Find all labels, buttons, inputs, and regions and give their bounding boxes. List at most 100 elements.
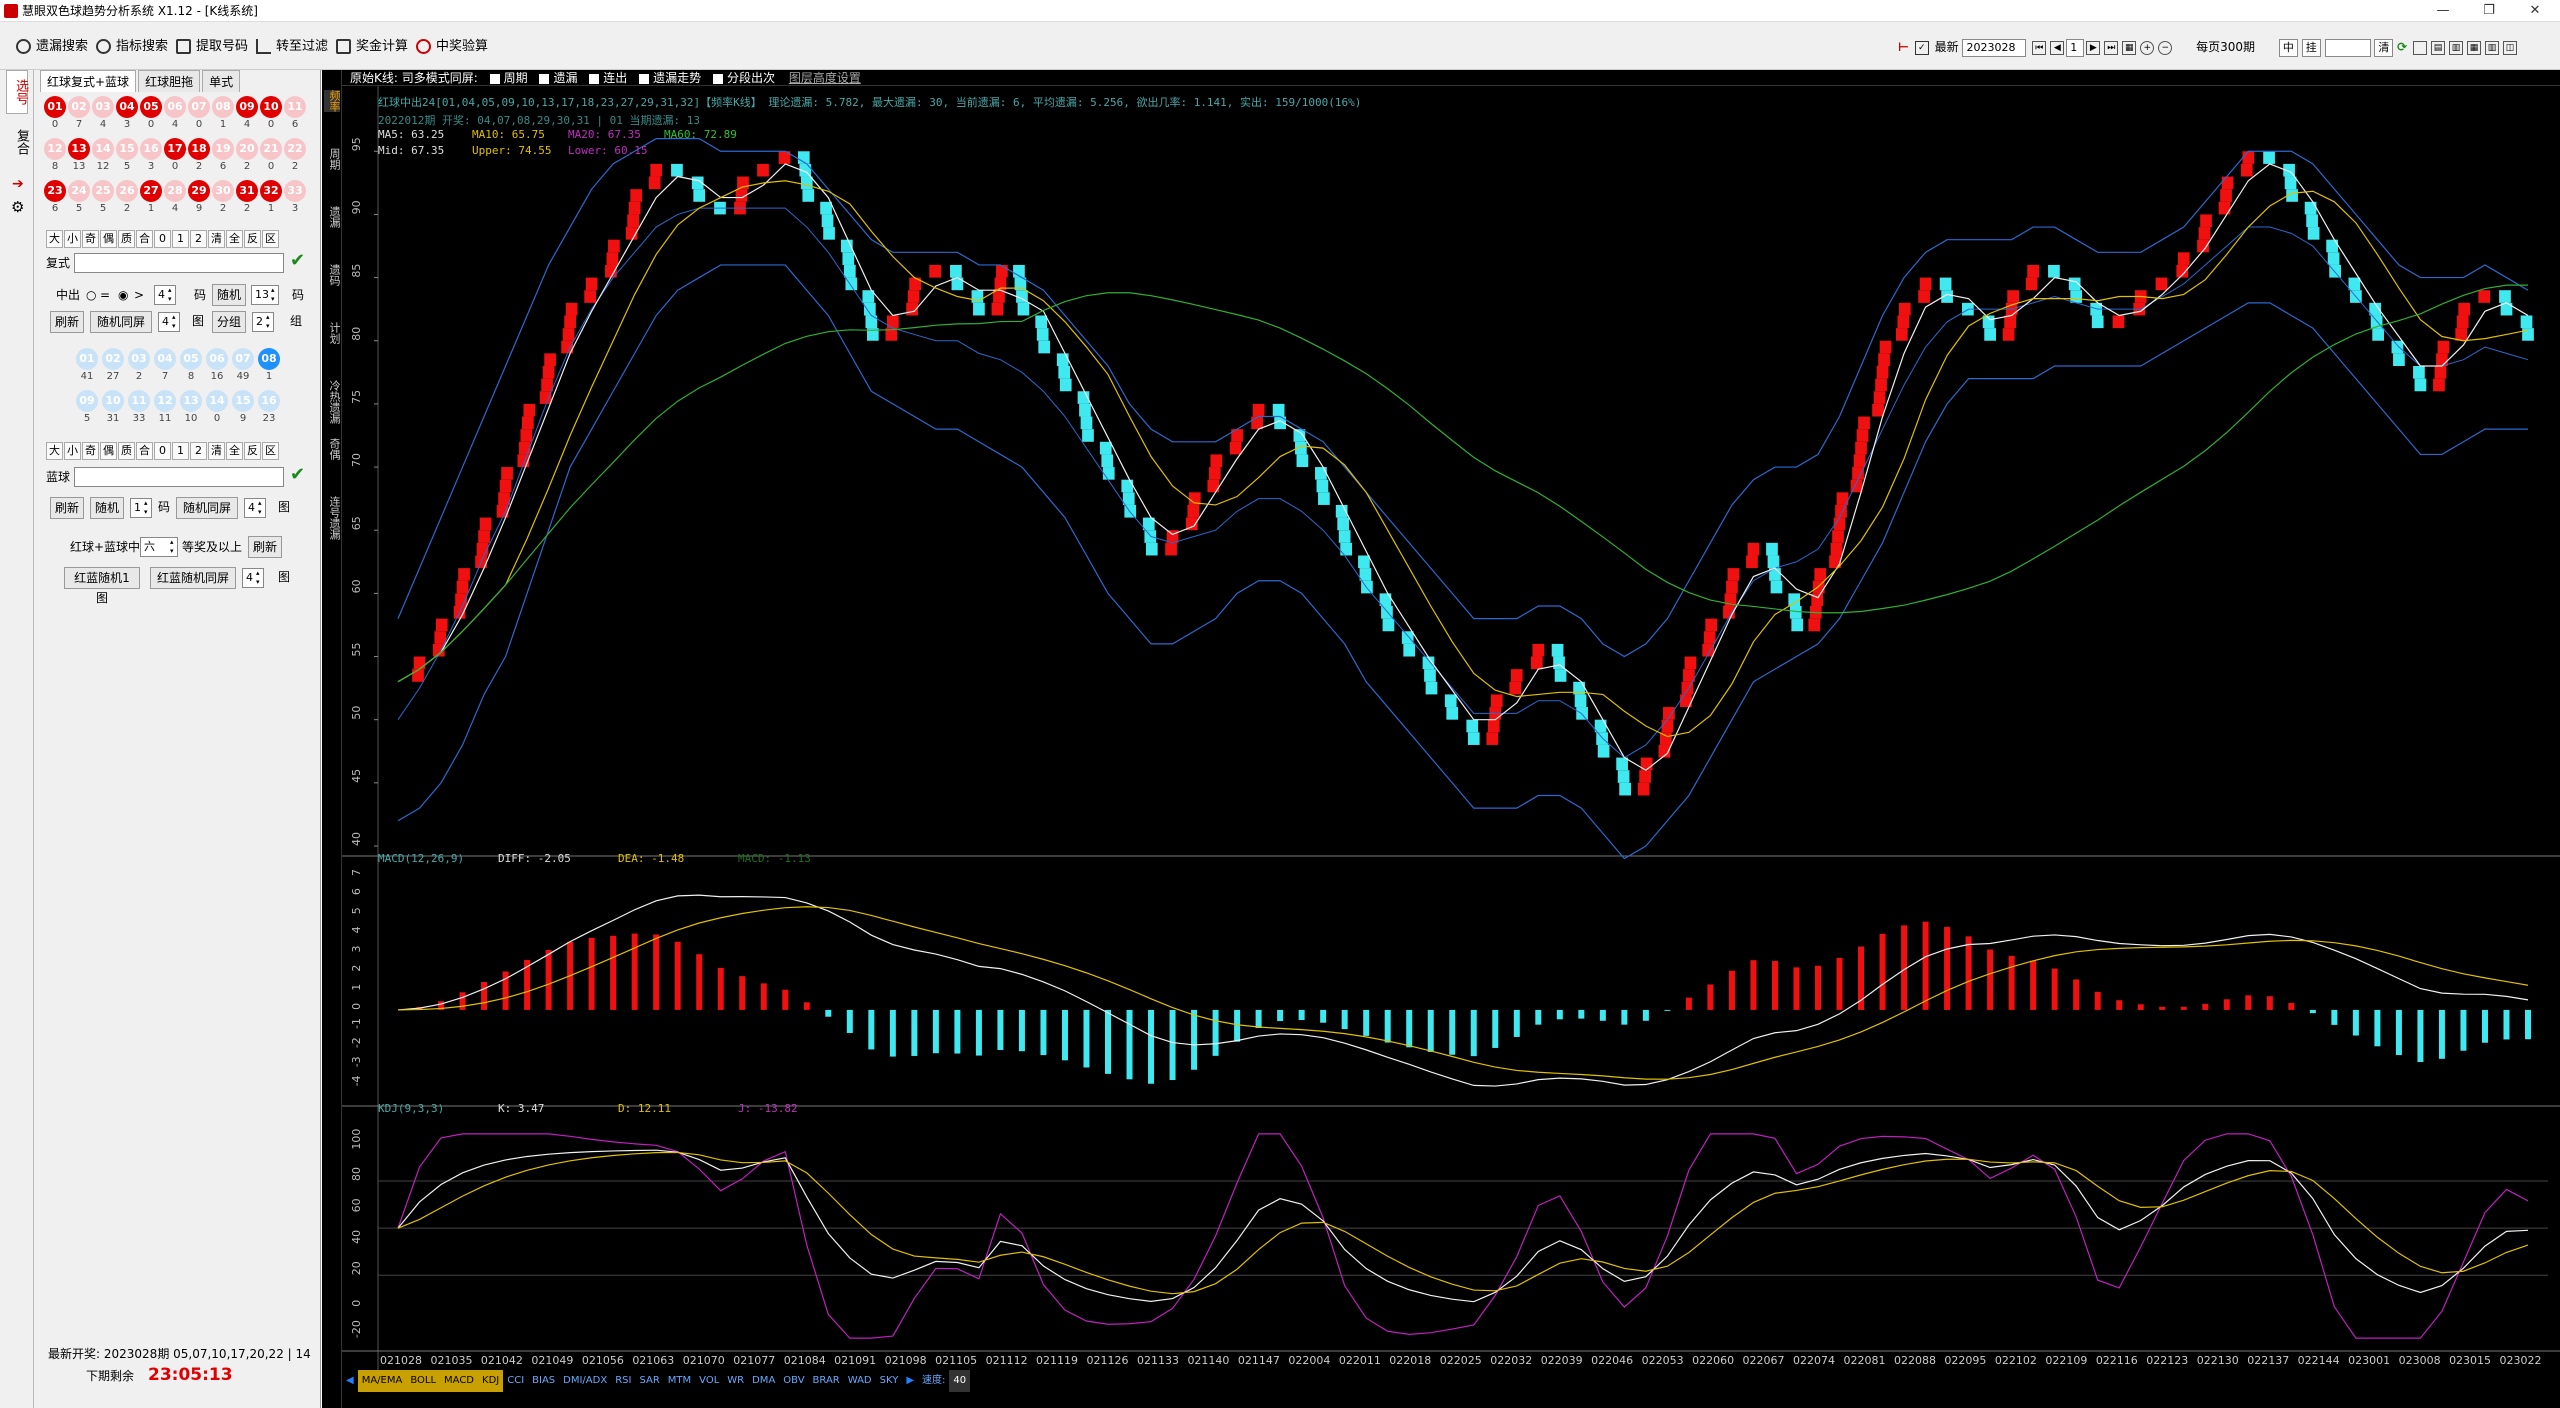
speed-value[interactable]: 40 bbox=[949, 1370, 971, 1392]
blue-random-spinner[interactable]: 1 bbox=[130, 498, 152, 518]
red-blue-random-same-button[interactable]: 红蓝随机同屏 bbox=[150, 567, 236, 589]
red-tu-spinner[interactable]: 4 bbox=[158, 312, 180, 332]
gear-icon[interactable]: ⚙ bbox=[11, 198, 24, 216]
red-quick-btn[interactable]: 质 bbox=[118, 230, 135, 248]
blue-ball[interactable]: 16 bbox=[258, 390, 280, 412]
red-ball[interactable]: 02 bbox=[68, 96, 90, 118]
blue-confirm-check-icon[interactable]: ✔ bbox=[290, 464, 305, 485]
extract-numbers-button[interactable]: 提取号码 bbox=[174, 36, 248, 58]
red-quick-btn[interactable]: 反 bbox=[244, 230, 261, 248]
clear-button[interactable]: 清 bbox=[2374, 38, 2394, 57]
side-tab[interactable]: 频率 bbox=[324, 90, 341, 112]
red-ball[interactable]: 18 bbox=[188, 138, 210, 160]
chart-svg[interactable]: 404550556065707580859095-4-3-2-101234567… bbox=[342, 86, 2560, 1370]
zhong-button[interactable]: 中 bbox=[2278, 38, 2298, 57]
indicator-tab[interactable]: KDJ bbox=[478, 1370, 504, 1392]
indicator-tab[interactable]: DMA bbox=[748, 1370, 779, 1392]
page-number-input[interactable]: 1 bbox=[2066, 38, 2085, 57]
red-ball[interactable]: 12 bbox=[44, 138, 66, 160]
red-ball[interactable]: 21 bbox=[260, 138, 282, 160]
period-select[interactable]: 2023028 bbox=[1962, 38, 2027, 57]
opt-checkbox-4[interactable] bbox=[639, 73, 650, 84]
blue-ball[interactable]: 12 bbox=[154, 390, 176, 412]
opt-checkbox-1[interactable] bbox=[489, 73, 500, 84]
next-page-icon[interactable]: ▶ bbox=[2086, 40, 2101, 55]
blue-quick-btn[interactable]: 大 bbox=[46, 442, 63, 460]
blue-ball[interactable]: 05 bbox=[180, 348, 202, 370]
opt-checkbox-5[interactable] bbox=[712, 73, 723, 84]
refresh-icon[interactable]: ⟳ bbox=[2397, 40, 2407, 54]
indicator-tab[interactable]: MTM bbox=[664, 1370, 695, 1392]
red-ball[interactable]: 10 bbox=[260, 96, 282, 118]
red-ball[interactable]: 17 bbox=[164, 138, 186, 160]
red-ball[interactable]: 04 bbox=[116, 96, 138, 118]
blue-ball[interactable]: 11 bbox=[128, 390, 150, 412]
latest-checkbox[interactable]: ✓ bbox=[1914, 40, 1929, 55]
blue-quick-btn[interactable]: 反 bbox=[244, 442, 261, 460]
indicator-tab[interactable]: CCI bbox=[503, 1370, 528, 1392]
indicator-tab[interactable]: MA/EMA bbox=[357, 1370, 407, 1392]
indicator-tab[interactable]: SAR bbox=[635, 1370, 663, 1392]
prev-marker-icon[interactable]: ⊢ bbox=[1898, 40, 1909, 54]
blue-ball[interactable]: 13 bbox=[180, 390, 202, 412]
blue-quick-btn[interactable]: 合 bbox=[136, 442, 153, 460]
play-icon[interactable]: ▶ bbox=[902, 1370, 918, 1392]
blue-quick-btn[interactable]: 全 bbox=[226, 442, 243, 460]
red-ball[interactable]: 03 bbox=[92, 96, 114, 118]
tab-red-dantuo[interactable]: 红球胆拖 bbox=[138, 70, 201, 92]
eq-radio[interactable]: ○ bbox=[86, 286, 96, 304]
layout-3-icon[interactable]: ▥ bbox=[2449, 40, 2464, 55]
side-tab[interactable]: 奇偶 bbox=[324, 438, 341, 460]
blue-ball[interactable]: 07 bbox=[232, 348, 254, 370]
chart-settings-icon[interactable]: ▦ bbox=[2122, 40, 2137, 55]
red-ball[interactable]: 20 bbox=[236, 138, 258, 160]
tab-composite[interactable]: 复合 bbox=[6, 120, 29, 164]
blue-quick-btn[interactable]: 偶 bbox=[100, 442, 117, 460]
red-quick-btn[interactable]: 1 bbox=[172, 230, 189, 248]
red-ball[interactable]: 22 bbox=[284, 138, 306, 160]
blue-random-same-screen-button[interactable]: 随机同屏 bbox=[176, 497, 238, 519]
red-quick-btn[interactable]: 合 bbox=[136, 230, 153, 248]
red-ball[interactable]: 31 bbox=[236, 180, 258, 202]
red-ball[interactable]: 01 bbox=[44, 96, 66, 118]
opt-checkbox-3[interactable] bbox=[589, 73, 600, 84]
layout-4-icon[interactable]: ▦ bbox=[2467, 40, 2482, 55]
confirm-check-icon[interactable]: ✔ bbox=[290, 250, 305, 271]
indicator-tab[interactable]: BRAR bbox=[809, 1370, 844, 1392]
red-quick-btn[interactable]: 奇 bbox=[82, 230, 99, 248]
red-ball[interactable]: 30 bbox=[212, 180, 234, 202]
filter-input[interactable] bbox=[2324, 38, 2371, 57]
red-ball[interactable]: 23 bbox=[44, 180, 66, 202]
red-blue-random-1-button[interactable]: 红蓝随机1图 bbox=[64, 567, 140, 605]
arrow-icon[interactable]: ➔ bbox=[12, 176, 24, 192]
blue-tu-spinner[interactable]: 4 bbox=[244, 498, 266, 518]
prize-level-select[interactable]: 六 bbox=[140, 537, 178, 557]
random-same-screen-button[interactable]: 随机同屏 bbox=[90, 311, 152, 333]
indicator-tab[interactable]: RSI bbox=[611, 1370, 635, 1392]
side-tab[interactable]: 计划 bbox=[324, 322, 341, 344]
red-quick-btn[interactable]: 区 bbox=[262, 230, 279, 248]
red-ball[interactable]: 29 bbox=[188, 180, 210, 202]
blue-quick-btn[interactable]: 0 bbox=[154, 442, 171, 460]
win-verify-button[interactable]: 中奖验算 bbox=[414, 36, 488, 58]
red-quick-btn[interactable]: 清 bbox=[208, 230, 225, 248]
zoom-out-icon[interactable]: − bbox=[2158, 40, 2173, 55]
blue-random-button[interactable]: 随机 bbox=[90, 497, 124, 519]
red-quick-btn[interactable]: 小 bbox=[64, 230, 81, 248]
close-button[interactable]: ✕ bbox=[2512, 0, 2558, 22]
indicator-tab[interactable]: MACD bbox=[440, 1370, 479, 1392]
red-blue-tu-spinner[interactable]: 4 bbox=[242, 568, 264, 588]
red-ball[interactable]: 33 bbox=[284, 180, 306, 202]
tab-single[interactable]: 单式 bbox=[202, 70, 241, 92]
hit-count-spinner[interactable]: 4 bbox=[154, 285, 176, 305]
red-complex-input[interactable] bbox=[74, 253, 284, 273]
blue-ball[interactable]: 08 bbox=[258, 348, 280, 370]
blue-quick-btn[interactable]: 奇 bbox=[82, 442, 99, 460]
blue-quick-btn[interactable]: 小 bbox=[64, 442, 81, 460]
blue-refresh-button[interactable]: 刷新 bbox=[50, 497, 84, 519]
red-ball[interactable]: 32 bbox=[260, 180, 282, 202]
red-ball[interactable]: 14 bbox=[92, 138, 114, 160]
missing-search-button[interactable]: 遗漏搜索 bbox=[14, 36, 88, 58]
red-ball[interactable]: 08 bbox=[212, 96, 234, 118]
side-tab[interactable]: 冷热遗漏 bbox=[324, 380, 341, 424]
